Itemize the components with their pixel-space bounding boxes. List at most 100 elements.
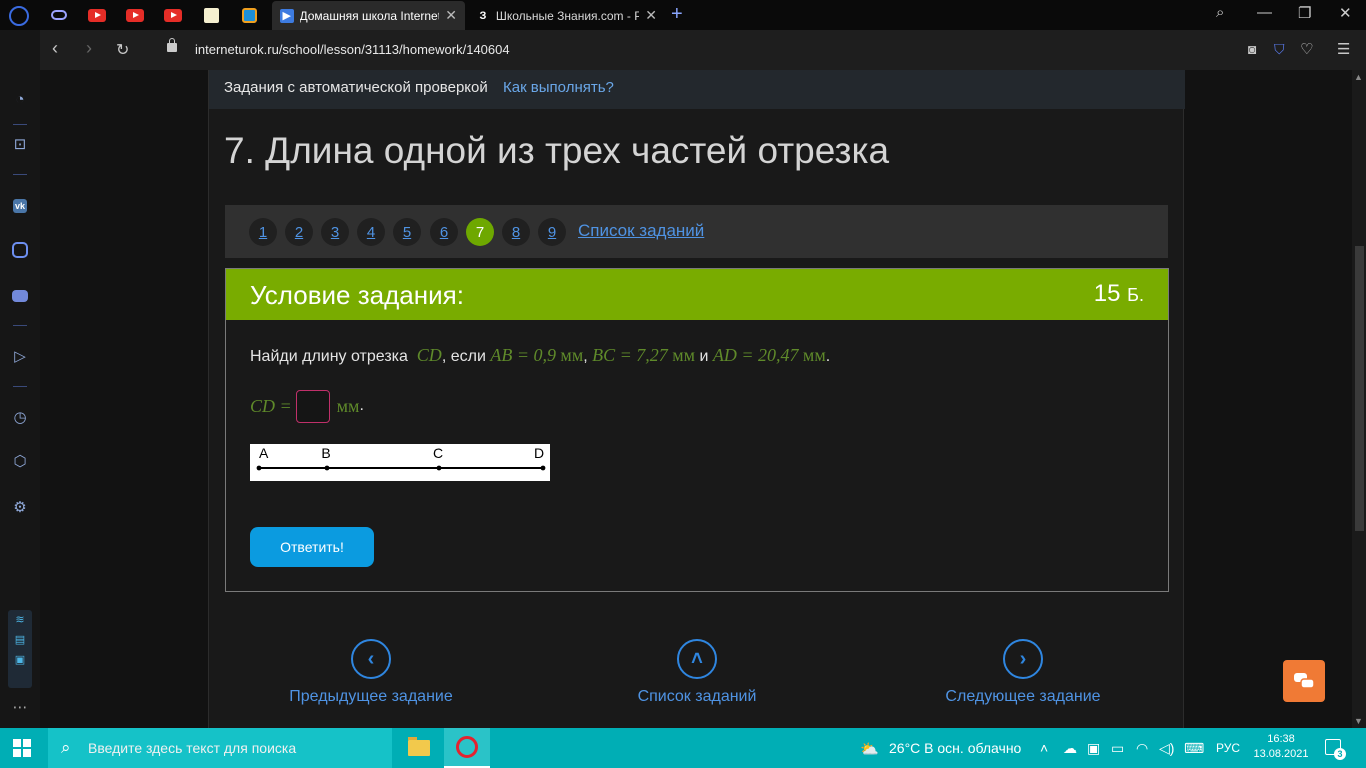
windows-taskbar: ⌕ Введите здесь текст для поиска ⛅ 26°C … xyxy=(0,728,1366,768)
point-label-a: A xyxy=(259,445,269,461)
shopping-bag-icon[interactable]: ⊡ xyxy=(10,134,30,154)
speed-dial-icon[interactable]: ◔ xyxy=(10,89,30,109)
submit-answer-button[interactable]: Ответить! xyxy=(250,527,374,567)
vk-icon[interactable]: vk xyxy=(10,196,30,216)
easy-setup-icon[interactable]: ☰ xyxy=(1337,40,1350,58)
heart-icon[interactable]: ♡ xyxy=(1300,40,1313,58)
ram-icon: ▤ xyxy=(14,634,26,646)
chevron-up-icon[interactable]: ˄ xyxy=(1040,740,1048,756)
lock-icon[interactable] xyxy=(167,38,177,52)
point-d xyxy=(540,465,546,471)
keyboard-icon[interactable]: ⌨ xyxy=(1184,740,1204,757)
search-placeholder: Введите здесь текст для поиска xyxy=(88,740,297,756)
page-link-2[interactable]: 2 xyxy=(285,218,313,246)
math-ab: AB = 0,9 xyxy=(490,345,556,365)
chat-button[interactable] xyxy=(1283,660,1325,702)
windows-start-icon[interactable] xyxy=(13,739,31,757)
camera-icon[interactable]: ◙ xyxy=(1248,41,1256,57)
language-indicator[interactable]: РУС xyxy=(1216,741,1240,755)
time: 16:38 xyxy=(1267,733,1295,745)
tab-znania[interactable]: З Школьные Знания.com - Р ✕ xyxy=(468,1,665,30)
cube-icon[interactable]: ⬡ xyxy=(10,451,30,471)
page-link-3[interactable]: 3 xyxy=(321,218,349,246)
page-link-8[interactable]: 8 xyxy=(502,218,530,246)
url-field[interactable]: interneturok.ru/school/lesson/31113/home… xyxy=(195,42,510,57)
page-link-7-current[interactable]: 7 xyxy=(466,218,494,246)
minimize-button[interactable]: — xyxy=(1257,4,1272,21)
answer-lhs: CD = xyxy=(250,395,292,416)
web-page: Задания с автоматической проверкой Как в… xyxy=(40,70,1352,728)
instagram-icon[interactable] xyxy=(10,240,30,260)
youtube-pinned-tab-icon[interactable] xyxy=(87,5,107,25)
pinned-tab-icon[interactable] xyxy=(201,5,221,25)
close-window-button[interactable]: ✕ xyxy=(1339,4,1352,22)
prev-task-label: Предыдущее задание xyxy=(289,688,453,705)
weather-cloud-icon[interactable]: ⛅ xyxy=(860,740,879,758)
onedrive-cloud-icon[interactable]: ☁ xyxy=(1063,740,1077,757)
weather-text[interactable]: 26°C В осн. облачно xyxy=(889,740,1021,756)
wifi-icon: ≋ xyxy=(15,614,25,626)
prev-task-link[interactable]: ‹ Предыдущее задание xyxy=(279,639,463,706)
close-icon[interactable]: ✕ xyxy=(645,7,657,24)
player-icon[interactable]: ▷ xyxy=(10,346,30,366)
page-link-6[interactable]: 6 xyxy=(430,218,458,246)
more-icon[interactable]: ⋯ xyxy=(10,697,30,717)
gx-panel[interactable]: ≋ ▤ ▣ xyxy=(8,610,32,688)
opera-gx-taskbar-icon[interactable] xyxy=(444,728,490,768)
chat-bubbles-icon xyxy=(1294,673,1315,689)
youtube-pinned-tab-icon[interactable] xyxy=(125,5,145,25)
new-tab-button[interactable]: + xyxy=(671,3,683,26)
reload-button[interactable]: ↻ xyxy=(116,40,129,60)
discord-icon[interactable] xyxy=(10,286,30,306)
question-end: . xyxy=(825,348,831,365)
history-icon[interactable]: ◷ xyxy=(10,407,30,427)
next-task-link[interactable]: › Следующее задание xyxy=(933,639,1113,706)
restore-button[interactable]: ❐ xyxy=(1298,4,1311,22)
page-link-1[interactable]: 1 xyxy=(249,218,277,246)
settings-gear-icon[interactable]: ⚙ xyxy=(10,497,30,517)
point-label-c: C xyxy=(433,445,443,461)
close-icon[interactable]: ✕ xyxy=(445,7,457,24)
page-link-9[interactable]: 9 xyxy=(538,218,566,246)
wifi-icon[interactable]: ◠ xyxy=(1136,740,1148,757)
vpn-shield-icon[interactable]: ⛉ xyxy=(1274,41,1285,58)
condition-header: Условие задания: 15 Б. xyxy=(226,269,1168,320)
page-link-5[interactable]: 5 xyxy=(393,218,421,246)
taskbar-search[interactable]: ⌕ Введите здесь текст для поиска xyxy=(48,728,392,768)
task-list-link[interactable]: Список заданий xyxy=(578,221,704,241)
app-tray-icon[interactable]: ▣ xyxy=(1087,740,1100,757)
search-tabs-icon[interactable]: ⌕ xyxy=(1216,4,1224,21)
volume-icon[interactable]: ◁) xyxy=(1159,740,1174,757)
clock[interactable]: 16:38 13.08.2021 xyxy=(1252,732,1310,762)
tab-interneturok[interactable]: ▶ Домашняя школа Interneturok ✕ xyxy=(272,1,465,30)
unit-mm: мм xyxy=(802,345,826,365)
file-explorer-icon[interactable] xyxy=(396,728,442,768)
how-to-link[interactable]: Как выполнять? xyxy=(503,79,614,96)
back-button[interactable]: ‹ xyxy=(52,38,58,59)
search-icon: ⌕ xyxy=(61,738,71,757)
segment-svg: A B C D xyxy=(256,445,546,471)
answer-unit: мм xyxy=(336,395,360,416)
play-icon: ▶ xyxy=(280,8,294,23)
condition-title: Условие задания: xyxy=(250,280,464,310)
game-controller-icon[interactable] xyxy=(49,5,69,25)
vertical-scrollbar[interactable]: ▲ ▼ xyxy=(1352,70,1366,728)
battery-icon[interactable]: ▭ xyxy=(1111,740,1124,757)
points-value: 15 xyxy=(1093,280,1121,307)
notification-center-icon[interactable]: 3 xyxy=(1325,739,1346,760)
chevron-up-icon: ˄ xyxy=(677,639,717,679)
task-pager: 1 2 3 4 5 6 7 8 9 Список заданий xyxy=(225,205,1168,258)
scrollbar-thumb[interactable] xyxy=(1355,246,1364,531)
scroll-up-icon[interactable]: ▲ xyxy=(1354,72,1363,82)
forward-button[interactable]: › xyxy=(86,38,92,59)
point-label-d: D xyxy=(534,445,544,461)
task-list-nav-link[interactable]: ˄ Список заданий xyxy=(619,639,775,706)
lesson-content: Задания с автоматической проверкой Как в… xyxy=(208,70,1185,728)
answer-input[interactable] xyxy=(295,389,330,423)
notification-count: 3 xyxy=(1334,748,1346,760)
pinned-tab-icon[interactable] xyxy=(239,5,259,25)
scroll-down-icon[interactable]: ▼ xyxy=(1354,716,1363,726)
page-link-4[interactable]: 4 xyxy=(357,218,385,246)
youtube-pinned-tab-icon[interactable] xyxy=(163,5,183,25)
opera-menu-icon[interactable] xyxy=(9,6,29,26)
